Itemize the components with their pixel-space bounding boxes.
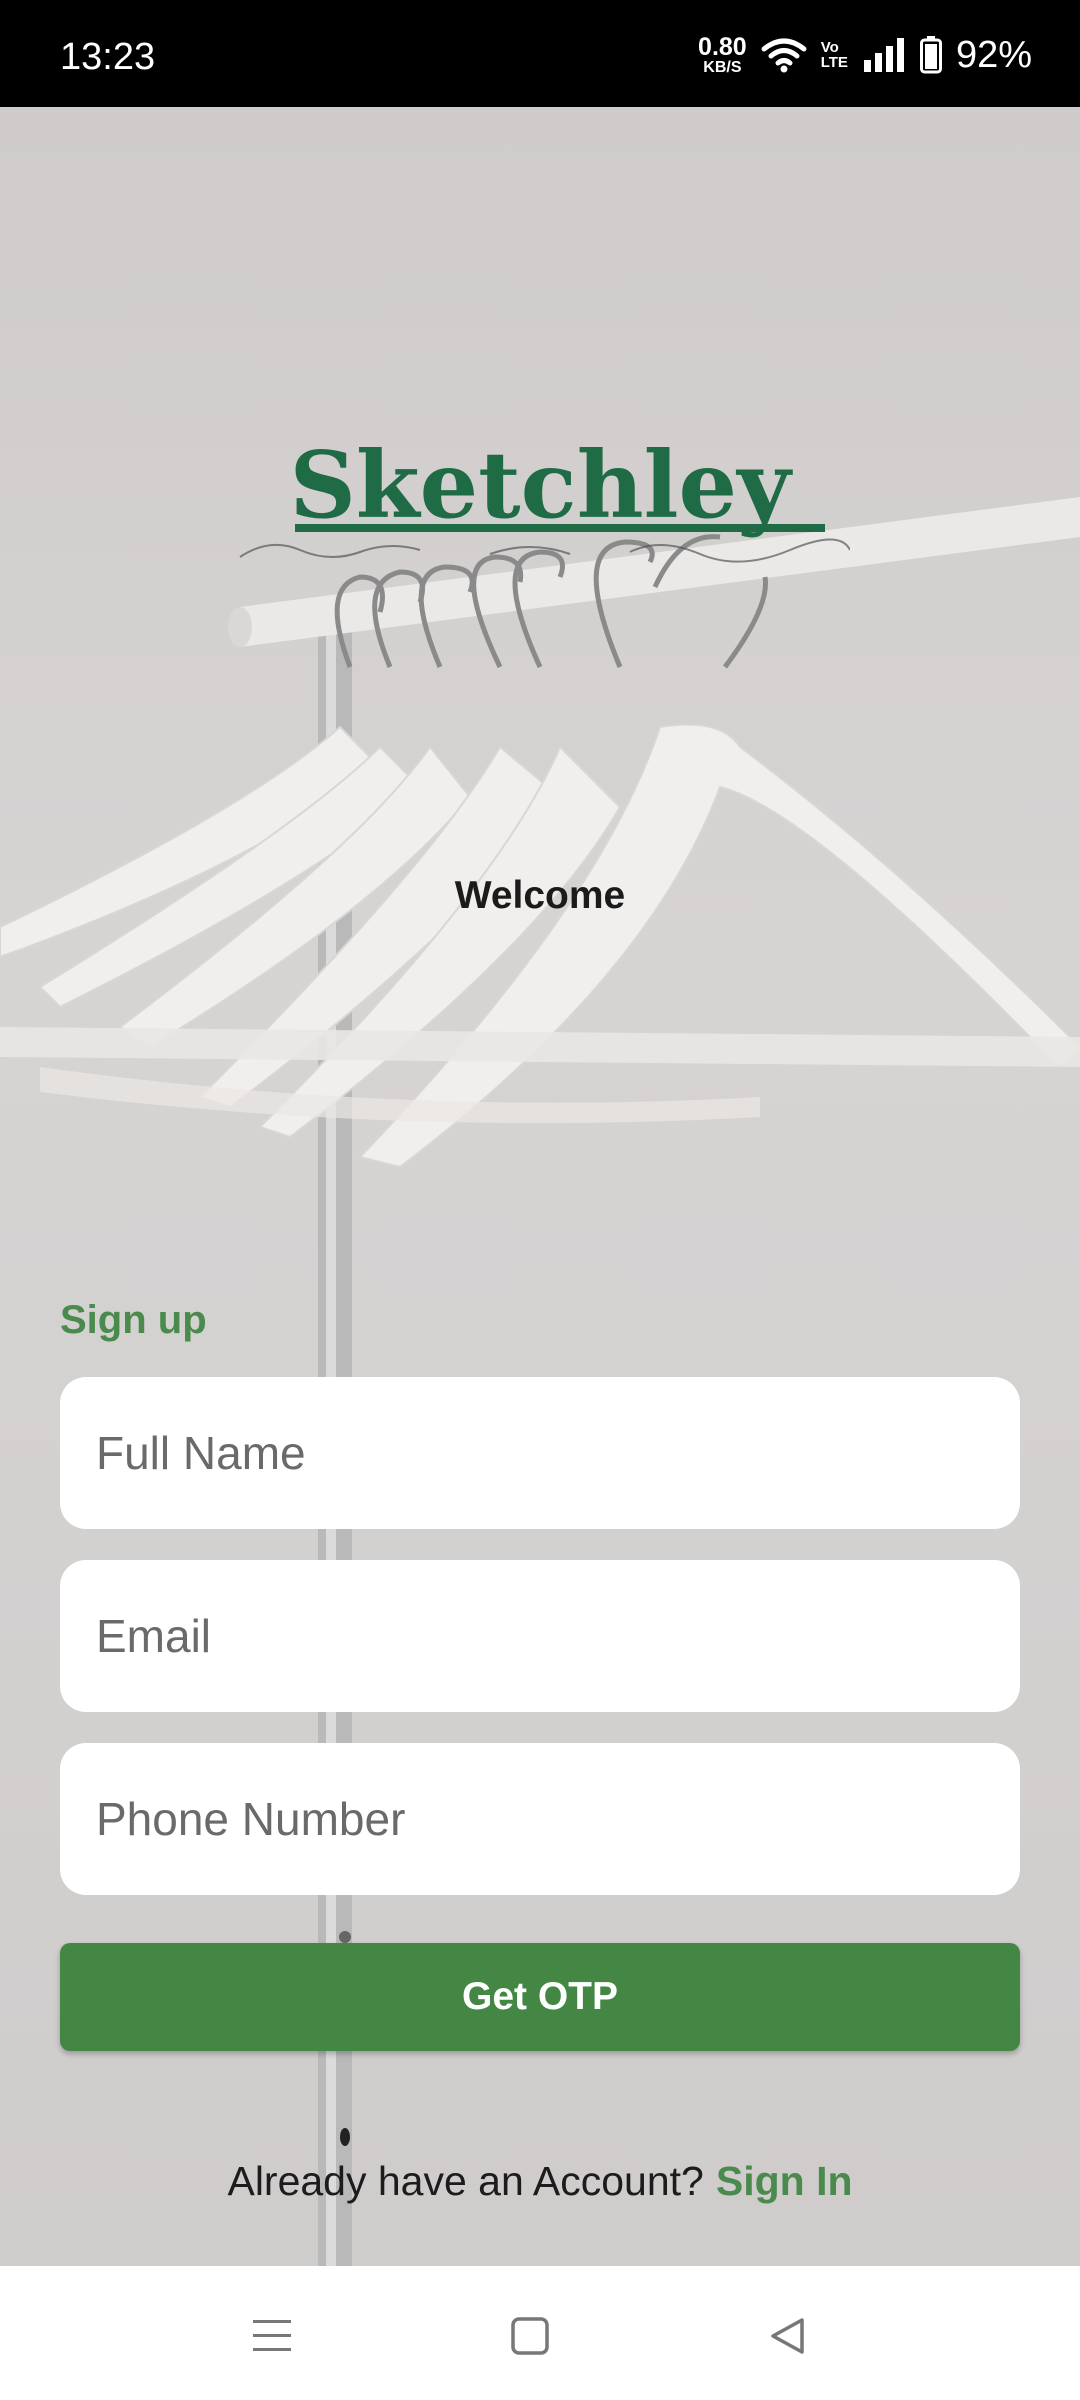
battery-icon bbox=[919, 36, 942, 74]
sign-in-link[interactable]: Sign In bbox=[716, 2158, 853, 2204]
network-speed: 0.80 KB/S bbox=[698, 32, 747, 76]
signup-heading: Sign up bbox=[60, 1298, 207, 1342]
sketchley-logo: Sketchley bbox=[239, 432, 850, 563]
full-name-field[interactable] bbox=[60, 1377, 1020, 1529]
recent-apps-button[interactable] bbox=[232, 2296, 312, 2376]
status-icons: 0.80 KB/S Vo LTE 92% bbox=[698, 30, 1032, 80]
welcome-heading: Welcome bbox=[454, 874, 626, 917]
navigation-bar bbox=[0, 2266, 1080, 2400]
volte-indicator: Vo LTE bbox=[821, 40, 848, 70]
signal-icon bbox=[863, 38, 904, 72]
menu-icon bbox=[253, 2320, 291, 2351]
back-button[interactable] bbox=[748, 2296, 828, 2376]
status-bar: 13:23 0.80 KB/S Vo LTE 92% bbox=[0, 0, 1080, 107]
home-square-icon bbox=[511, 2317, 549, 2355]
volte-bottom: LTE bbox=[820, 54, 848, 71]
signin-prompt: Already have an Account? Sign In bbox=[0, 2158, 1080, 2205]
network-speed-unit: KB/S bbox=[703, 58, 742, 76]
network-speed-value: 0.80 bbox=[698, 32, 747, 61]
battery-percent: 92% bbox=[955, 33, 1032, 76]
volte-top: Vo bbox=[820, 39, 839, 56]
already-account-text: Already have an Account? bbox=[227, 2158, 704, 2204]
home-button[interactable] bbox=[490, 2296, 570, 2376]
phone-number-field[interactable] bbox=[60, 1743, 1020, 1895]
logo-wordmark: Sketchley bbox=[289, 432, 793, 539]
status-time: 13:23 bbox=[60, 36, 156, 78]
get-otp-button[interactable]: Get OTP bbox=[60, 1943, 1020, 2051]
wifi-icon bbox=[761, 38, 807, 73]
email-field[interactable] bbox=[60, 1560, 1020, 1712]
back-triangle-icon bbox=[771, 2318, 804, 2354]
